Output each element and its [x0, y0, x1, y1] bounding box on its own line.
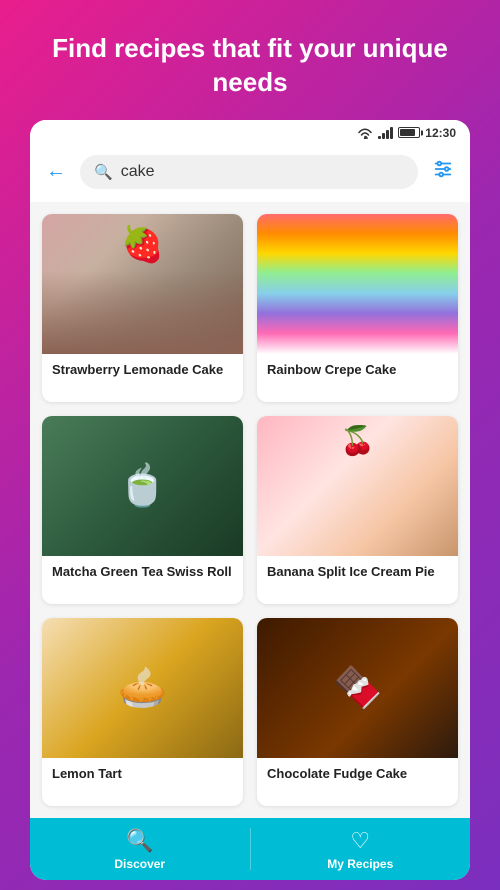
back-button[interactable]: ← [42, 156, 70, 187]
status-icons: 12:30 [357, 126, 456, 140]
recipe-label-6: Chocolate Fudge Cake [257, 758, 458, 793]
nav-discover[interactable]: 🔍 Discover [30, 818, 250, 880]
recipe-card-3[interactable]: Matcha Green Tea Swiss Roll [42, 416, 243, 604]
recipe-label-4: Banana Split Ice Cream Pie [257, 556, 458, 591]
recipe-label-1: Strawberry Lemonade Cake [42, 354, 243, 389]
wifi-icon [357, 127, 373, 139]
recipe-image-1 [42, 214, 243, 354]
recipe-image-5 [42, 618, 243, 758]
bottom-nav: 🔍 Discover ♡ My Recipes [30, 818, 470, 880]
recipes-grid: Strawberry Lemonade Cake Rainbow Crepe C… [30, 202, 470, 818]
recipe-image-6 [257, 618, 458, 758]
signal-icon [378, 127, 393, 139]
battery-icon [398, 127, 420, 138]
search-query: cake [121, 163, 155, 181]
status-bar: 12:30 [30, 120, 470, 146]
recipe-card-1[interactable]: Strawberry Lemonade Cake [42, 214, 243, 402]
recipe-card-5[interactable]: Lemon Tart [42, 618, 243, 806]
filter-button[interactable] [428, 154, 458, 190]
nav-my-recipes[interactable]: ♡ My Recipes [251, 818, 471, 880]
recipe-card-2[interactable]: Rainbow Crepe Cake [257, 214, 458, 402]
recipe-image-4 [257, 416, 458, 556]
recipe-image-2 [257, 214, 458, 354]
recipe-image-3 [42, 416, 243, 556]
recipe-label-2: Rainbow Crepe Cake [257, 354, 458, 389]
time-display: 12:30 [425, 126, 456, 140]
phone-card: 12:30 ← 🔍 cake Strawberry Lemonade Cake [30, 120, 470, 880]
recipe-card-4[interactable]: Banana Split Ice Cream Pie [257, 416, 458, 604]
recipe-label-5: Lemon Tart [42, 758, 243, 793]
heart-icon: ♡ [350, 828, 370, 854]
search-bar-row: ← 🔍 cake [30, 146, 470, 202]
recipe-card-6[interactable]: Chocolate Fudge Cake [257, 618, 458, 806]
recipe-label-3: Matcha Green Tea Swiss Roll [42, 556, 243, 591]
search-box[interactable]: 🔍 cake [80, 155, 418, 189]
search-icon: 🔍 [94, 163, 113, 181]
my-recipes-label: My Recipes [327, 857, 393, 871]
header-text: Find recipes that fit your unique needs [0, 0, 500, 120]
discover-label: Discover [114, 857, 165, 871]
discover-icon: 🔍 [126, 828, 153, 854]
